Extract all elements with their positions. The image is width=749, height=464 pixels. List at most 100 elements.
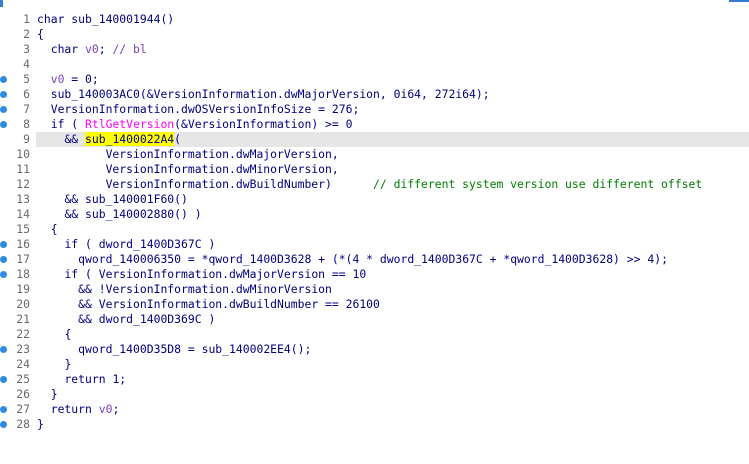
code-token[interactable]: if ( VersionInformation.dwMajorVersion =… [64,267,366,281]
code-text[interactable]: && dword_1400D369C ) [37,312,215,327]
code-line[interactable]: 4 [0,57,749,72]
code-line[interactable]: 21 && dword_1400D369C ) [0,312,749,327]
breakpoint-dot-icon[interactable] [0,256,7,263]
code-text[interactable]: qword_140006350 = *qword_1400D3628 + (*(… [37,252,668,267]
code-line[interactable]: 9 && sub_1400022A4( [0,132,749,147]
code-line[interactable]: 3 char v0; // bl [0,42,749,57]
code-token[interactable]: VersionInformation.dwOSVersionInfoSize =… [51,102,360,116]
code-token[interactable]: return [51,402,99,416]
code-line[interactable]: 25 return 1; [0,372,749,387]
code-line[interactable]: 22 { [0,327,749,342]
code-line[interactable]: 14 && sub_140002880() ) [0,207,749,222]
breakpoint-dot-icon[interactable] [0,76,7,83]
code-line[interactable]: 18 if ( VersionInformation.dwMajorVersio… [0,267,749,282]
code-text[interactable]: && sub_140002880() ) [37,207,201,222]
code-text[interactable]: { [37,27,44,42]
breakpoint-dot-icon[interactable] [0,241,7,248]
code-line[interactable]: 6 sub_140003AC0(&VersionInformation.dwMa… [0,87,749,102]
code-token[interactable]: && VersionInformation.dwBuildNumber == 2… [78,297,380,311]
code-token[interactable]: && dword_1400D369C ) [78,312,215,326]
code-token[interactable]: = 0; [64,72,98,86]
code-token[interactable]: } [64,357,71,371]
code-text[interactable]: return 1; [37,372,126,387]
pseudocode-editor[interactable]: 1 char sub_140001944() 2{3 char v0; // bl 4… [0,12,749,464]
code-token[interactable]: ; [112,402,119,416]
code-text[interactable]: && !VersionInformation.dwMinorVersion [37,282,332,297]
code-line[interactable]: 15 { [0,222,749,237]
code-token[interactable]: return 1; [64,372,126,386]
code-token[interactable]: ( [174,132,181,146]
code-line[interactable]: 7 VersionInformation.dwOSVersionInfoSize… [0,102,749,117]
code-text[interactable]: if ( RtlGetVersion(&VersionInformation) … [37,117,353,132]
breakpoint-dot-icon[interactable] [0,91,7,98]
code-text[interactable]: return v0; [37,402,120,417]
code-token[interactable]: RtlGetVersion [85,117,174,131]
code-token[interactable]: && !VersionInformation.dwMinorVersion [78,282,332,296]
breakpoint-dot-icon[interactable] [0,421,7,428]
breakpoint-dot-icon[interactable] [0,376,7,383]
code-line[interactable]: 19 && !VersionInformation.dwMinorVersion [0,282,749,297]
code-text[interactable]: { [37,222,58,237]
code-text[interactable]: char sub_140001944() [37,12,174,27]
code-text[interactable]: if ( dword_1400D367C ) [37,237,215,252]
code-line[interactable]: 5 v0 = 0; [0,72,749,87]
code-token[interactable]: && sub_140001F60() [64,192,187,206]
code-line[interactable]: 23 qword_1400D35D8 = sub_140002EE4(); [0,342,749,357]
code-text[interactable]: if ( VersionInformation.dwMajorVersion =… [37,267,366,282]
code-line[interactable]: 28} [0,417,749,432]
code-text[interactable]: } [37,387,58,402]
code-token[interactable]: VersionInformation.dwBuildNumber) [106,177,373,191]
code-text[interactable]: VersionInformation.dwMinorVersion, [37,162,339,177]
code-text[interactable]: && VersionInformation.dwBuildNumber == 2… [37,297,380,312]
breakpoint-dot-icon[interactable] [0,106,7,113]
code-token[interactable]: } [51,387,58,401]
code-token[interactable]: v0 [85,42,99,56]
code-text[interactable]: VersionInformation.dwBuildNumber) // dif… [37,177,703,192]
code-text[interactable]: } [37,417,44,432]
code-token[interactable]: (&VersionInformation) >= 0 [174,117,352,131]
code-line[interactable]: 20 && VersionInformation.dwBuildNumber =… [0,297,749,312]
code-token[interactable]: if ( dword_1400D367C ) [64,237,215,251]
code-line[interactable]: 8 if ( RtlGetVersion(&VersionInformation… [0,117,749,132]
code-token[interactable]: && sub_140002880() ) [64,207,201,221]
code-text[interactable]: VersionInformation.dwMajorVersion, [37,147,339,162]
code-token[interactable]: VersionInformation.dwMinorVersion, [106,162,339,176]
highlighted-identifier[interactable]: sub_1400022A4 [85,132,175,146]
code-token[interactable]: { [64,327,71,341]
code-token[interactable]: { [51,222,58,236]
code-text[interactable]: VersionInformation.dwOSVersionInfoSize =… [37,102,360,117]
code-text[interactable]: v0 = 0; [37,72,99,87]
code-token[interactable]: char [51,42,85,56]
code-text[interactable]: { [37,327,71,342]
code-token[interactable]: && [64,132,85,146]
code-text[interactable]: sub_140003AC0(&VersionInformation.dwMajo… [37,87,490,102]
code-line[interactable]: 13 && sub_140001F60() [0,192,749,207]
code-line[interactable]: 24 } [0,357,749,372]
code-text[interactable]: && sub_1400022A4( [37,132,181,147]
code-token[interactable]: qword_140006350 = *qword_1400D3628 + (*(… [78,252,668,266]
breakpoint-dot-icon[interactable] [0,406,7,413]
code-line[interactable]: 26 } [0,387,749,402]
code-line[interactable]: 2{ [0,27,749,42]
code-line[interactable]: 27 return v0; [0,402,749,417]
code-token[interactable]: qword_1400D35D8 = sub_140002EE4(); [78,342,311,356]
code-line[interactable]: 1 char sub_140001944() [0,12,749,27]
code-line[interactable]: 11 VersionInformation.dwMinorVersion, [0,162,749,177]
code-text[interactable]: } [37,357,71,372]
breakpoint-dot-icon[interactable] [0,121,7,128]
code-line[interactable]: 17 qword_140006350 = *qword_1400D3628 + … [0,252,749,267]
code-line[interactable]: 12 VersionInformation.dwBuildNumber) // … [0,177,749,192]
code-token[interactable]: v0 [99,402,113,416]
code-line[interactable]: 10 VersionInformation.dwMajorVersion, [0,147,749,162]
code-token[interactable]: // bl [112,42,146,56]
code-token[interactable]: ; [99,42,113,56]
code-token[interactable]: } [37,417,44,431]
code-token[interactable]: sub_140003AC0(&VersionInformation.dwMajo… [51,87,490,101]
breakpoint-dot-icon[interactable] [0,271,7,278]
code-token[interactable]: if ( [51,117,85,131]
code-token[interactable]: char sub_140001944() [37,12,174,26]
code-text[interactable]: qword_1400D35D8 = sub_140002EE4(); [37,342,311,357]
breakpoint-dot-icon[interactable] [0,346,7,353]
code-token[interactable]: VersionInformation.dwMajorVersion, [106,147,339,161]
code-comment[interactable]: // different system version use differen… [373,177,702,191]
